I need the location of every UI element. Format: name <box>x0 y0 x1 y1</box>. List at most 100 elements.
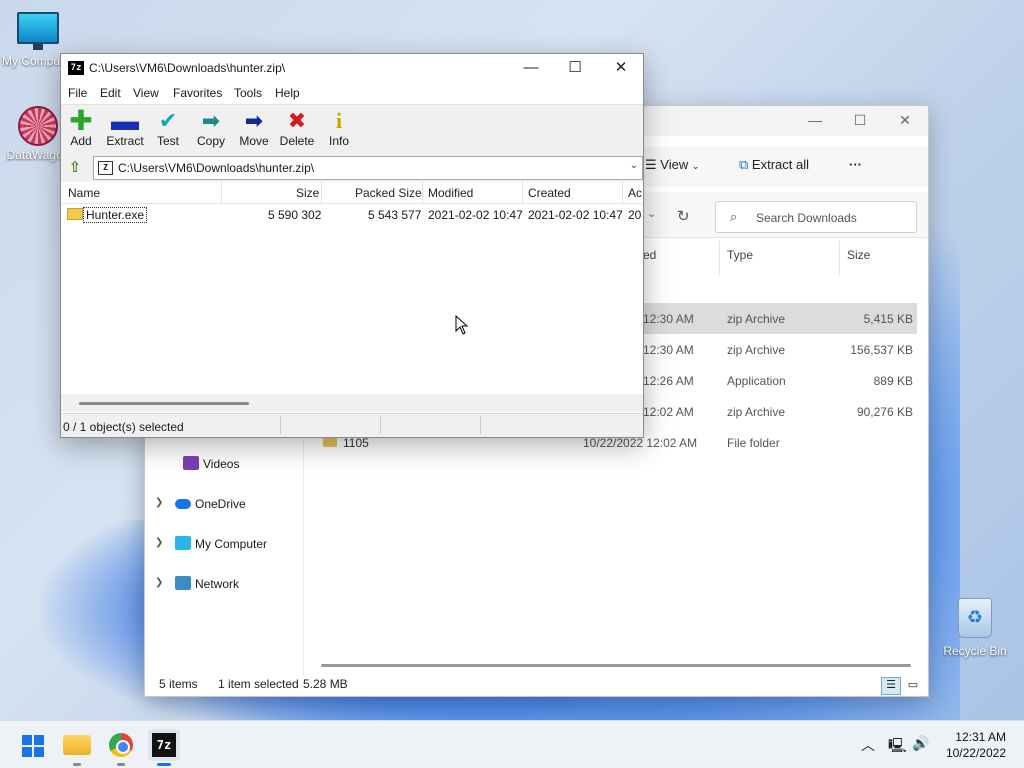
column-header-size[interactable]: Size <box>847 248 870 262</box>
column-divider[interactable] <box>622 182 623 204</box>
chevron-down-icon: ⌄ <box>691 161 700 171</box>
nav-item-label: OneDrive <box>195 497 246 511</box>
column-header-size[interactable]: Size <box>296 186 319 200</box>
info-icon: i <box>335 108 343 133</box>
tiles-view-icon[interactable]: ▭ <box>903 677 923 695</box>
nav-item-label: Videos <box>203 457 240 471</box>
menu-favorites[interactable]: Favorites <box>173 86 222 100</box>
search-input[interactable]: ⌕ Search Downloads <box>715 201 917 233</box>
chevron-right-icon[interactable]: ❯ <box>155 497 163 508</box>
column-divider <box>839 241 840 275</box>
file-type: zip Archive <box>727 343 786 357</box>
file-type: File folder <box>727 436 780 450</box>
chevron-right-icon[interactable]: ❯ <box>155 537 163 548</box>
file-packed-size: 5 543 577 <box>368 208 422 222</box>
7zip-titlebar: 7z C:\Users\VM6\Downloads\hunter.zip\ — … <box>61 54 643 82</box>
desktop-icon-recycle-bin[interactable]: Recycle Bin <box>937 598 1013 658</box>
column-divider[interactable] <box>522 182 523 204</box>
status-divider <box>380 416 381 434</box>
column-divider[interactable] <box>221 182 222 204</box>
horizontal-scrollbar[interactable] <box>61 394 643 412</box>
copy-button[interactable]: ➡ Copy <box>189 108 233 148</box>
path-input[interactable]: Z C:\Users\VM6\Downloads\hunter.zip\ ⌄ <box>93 156 643 180</box>
file-type: zip Archive <box>727 405 786 419</box>
taskbar-file-explorer[interactable] <box>61 729 93 766</box>
view-button[interactable]: ☰ View ⌄ <box>645 157 699 173</box>
column-divider[interactable] <box>422 182 423 204</box>
folder-up-icon[interactable]: ⇧ <box>66 158 84 176</box>
chevron-right-icon[interactable]: ❯ <box>155 577 163 588</box>
minimize-icon[interactable]: — <box>805 112 825 132</box>
nav-item-label: Network <box>195 577 240 591</box>
menu-help[interactable]: Help <box>275 86 300 100</box>
folder-icon <box>67 208 83 220</box>
file-modified: 2021-02-02 10:47 <box>428 208 523 222</box>
info-button[interactable]: i Info <box>317 108 361 148</box>
column-header-type[interactable]: Type <box>727 248 753 262</box>
nav-item-network[interactable]: ❯ Network <box>145 571 303 597</box>
menu-tools[interactable]: Tools <box>234 86 262 100</box>
nav-item-onedrive[interactable]: ❯ OneDrive <box>145 491 303 517</box>
tool-label: Delete <box>279 134 315 148</box>
nav-item-my-computer[interactable]: ❯ My Computer <box>145 531 303 557</box>
refresh-icon[interactable]: ↻ <box>677 207 690 225</box>
more-options-button[interactable]: ··· <box>849 157 862 172</box>
move-arrow-icon: ➡ <box>244 108 264 133</box>
minimize-icon[interactable]: — <box>517 58 545 80</box>
active-indicator <box>157 763 171 766</box>
chevron-down-icon[interactable]: ⌄ <box>647 207 656 220</box>
column-header-name[interactable]: Name <box>68 186 100 200</box>
column-header-packed-size[interactable]: Packed Size <box>355 186 422 200</box>
file-name[interactable]: Hunter.exe <box>83 207 148 223</box>
tool-label: Copy <box>196 134 225 148</box>
taskbar-chrome[interactable] <box>105 729 137 766</box>
file-list-row[interactable]: Hunter.exe 5 590 302 5 543 577 2021-02-0… <box>61 205 643 225</box>
delete-x-icon: ✖ <box>287 108 307 133</box>
chevron-up-icon[interactable]: ︿ <box>861 735 875 755</box>
horizontal-scrollbar[interactable] <box>321 664 911 667</box>
extract-button[interactable]: ▬ Extract <box>103 107 147 149</box>
menu-view[interactable]: View <box>133 86 159 100</box>
extract-all-label: Extract all <box>751 157 809 172</box>
network-icon[interactable]: 🖳 <box>888 735 907 759</box>
menu-file[interactable]: File <box>68 86 87 100</box>
chevron-down-icon[interactable]: ⌄ <box>630 160 638 171</box>
maximize-icon[interactable]: ☐ <box>850 112 870 132</box>
nav-item-videos[interactable]: Videos <box>145 451 303 477</box>
start-icon <box>16 729 48 763</box>
delete-button[interactable]: ✖ Delete <box>275 108 319 148</box>
monitor-icon <box>17 12 59 50</box>
column-header-modified[interactable]: Modified <box>428 186 473 200</box>
extract-all-button[interactable]: ⧉ Extract all <box>739 157 809 173</box>
taskbar-7zip[interactable]: 7z <box>148 729 180 766</box>
details-view-icon[interactable]: ☰ <box>881 677 901 695</box>
column-header-created[interactable]: Created <box>528 186 571 200</box>
start-button[interactable] <box>16 729 48 761</box>
file-size: 889 KB <box>873 374 913 388</box>
close-icon[interactable]: ✕ <box>895 112 915 132</box>
column-header-date[interactable]: ed <box>643 248 656 262</box>
folder-icon <box>323 437 337 447</box>
file-date: 12:02 AM <box>643 405 694 419</box>
close-icon[interactable]: ✕ <box>607 58 635 80</box>
file-list-header: Name Size Packed Size Modified Created A… <box>61 182 643 204</box>
column-header-accessed[interactable]: Ac <box>628 186 642 200</box>
7zip-window: 7z C:\Users\VM6\Downloads\hunter.zip\ — … <box>60 53 644 438</box>
column-divider[interactable] <box>321 182 322 204</box>
file-size: 5 590 302 <box>268 208 322 222</box>
maximize-icon[interactable]: ☐ <box>561 58 589 80</box>
tool-label: Extract <box>106 134 144 148</box>
volume-icon[interactable]: 🔊 <box>912 735 929 752</box>
scrollbar-thumb[interactable] <box>79 402 249 405</box>
menu-edit[interactable]: Edit <box>100 86 121 100</box>
add-button[interactable]: ✚ Add <box>59 107 103 149</box>
7zip-icon: 7z <box>152 733 176 757</box>
7zip-status-bar: 0 / 1 object(s) selected <box>61 413 643 437</box>
zip-file-icon: Z <box>98 161 113 175</box>
file-date: 12:26 AM <box>643 374 694 388</box>
move-button[interactable]: ➡ Move <box>232 108 276 148</box>
nav-item-label: My Computer <box>195 537 268 551</box>
clock[interactable]: 12:31 AM 10/22/2022 <box>946 729 1006 761</box>
view-label: View <box>660 157 689 172</box>
test-button[interactable]: ✔ Test <box>146 108 190 148</box>
